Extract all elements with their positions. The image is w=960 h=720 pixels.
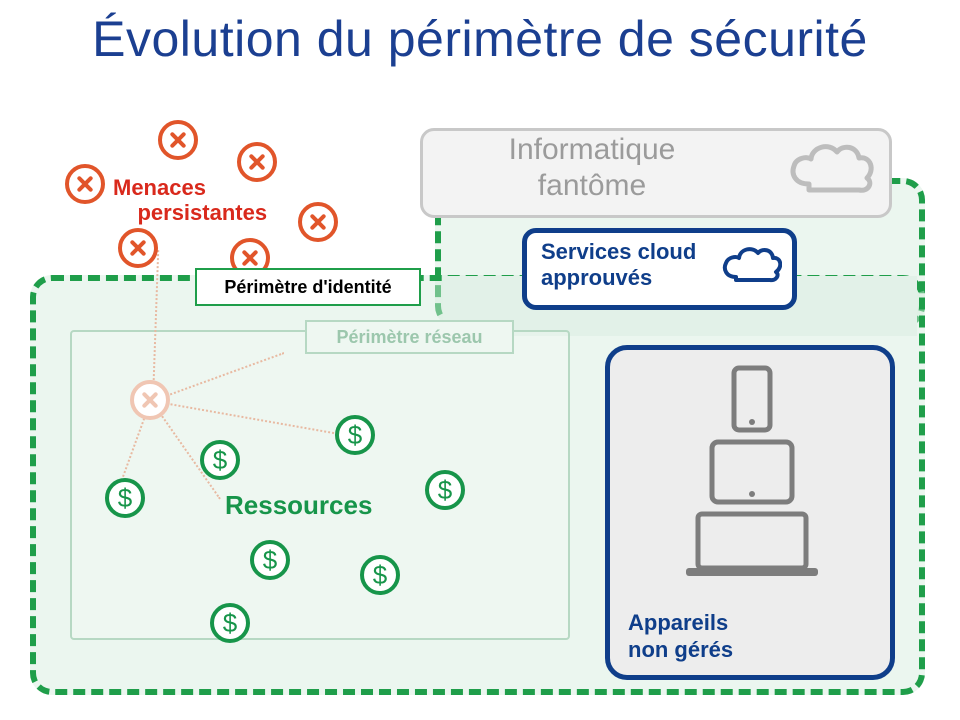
shadow-it-line2: fantôme: [538, 169, 646, 202]
resources-label: Ressources: [225, 490, 372, 521]
approved-cloud-panel: Services cloud approuvés: [522, 228, 797, 310]
threat-x-icon: [298, 202, 338, 242]
shadow-it-line1: Informatique: [509, 133, 676, 166]
threat-x-icon: [65, 164, 105, 204]
cloud-icon: [785, 138, 877, 201]
approved-cloud-line1: Services cloud: [541, 239, 696, 264]
resource-dollar-icon: $: [200, 440, 240, 480]
resource-dollar-icon: $: [105, 478, 145, 518]
laptop-icon: [686, 514, 818, 576]
threats-label-line2: persistantes: [137, 200, 267, 225]
devices-line1: Appareils: [628, 610, 728, 635]
devices-line2: non gérés: [628, 637, 733, 662]
tablet-icon: [712, 442, 792, 502]
cloud-icon: [718, 243, 782, 290]
network-perimeter-label: Périmètre réseau: [305, 320, 514, 354]
network-perimeter: [70, 330, 570, 640]
identity-perimeter-label: Périmètre d'identité: [195, 268, 421, 306]
approved-cloud-line2: approuvés: [541, 265, 652, 290]
threat-x-icon: [158, 120, 198, 160]
resource-dollar-icon: $: [210, 603, 250, 643]
resource-dollar-icon: $: [360, 555, 400, 595]
breached-x-icon: [130, 380, 170, 420]
resource-dollar-icon: $: [250, 540, 290, 580]
threats-label: Menaces persistantes: [113, 175, 267, 226]
threat-x-icon: [118, 228, 158, 268]
page-title: Évolution du périmètre de sécurité: [0, 10, 960, 68]
unmanaged-devices-panel: Appareils non gérés: [605, 345, 895, 680]
resource-dollar-icon: $: [425, 470, 465, 510]
device-icons-group: [610, 362, 890, 587]
phone-icon: [734, 368, 770, 430]
unmanaged-devices-label: Appareils non gérés: [628, 610, 733, 663]
resource-dollar-icon: $: [335, 415, 375, 455]
diagram-stage: Évolution du périmètre de sécurité Menac…: [0, 0, 960, 720]
threats-label-line1: Menaces: [113, 175, 206, 200]
shadow-it-label: Informatique fantôme: [452, 132, 732, 204]
